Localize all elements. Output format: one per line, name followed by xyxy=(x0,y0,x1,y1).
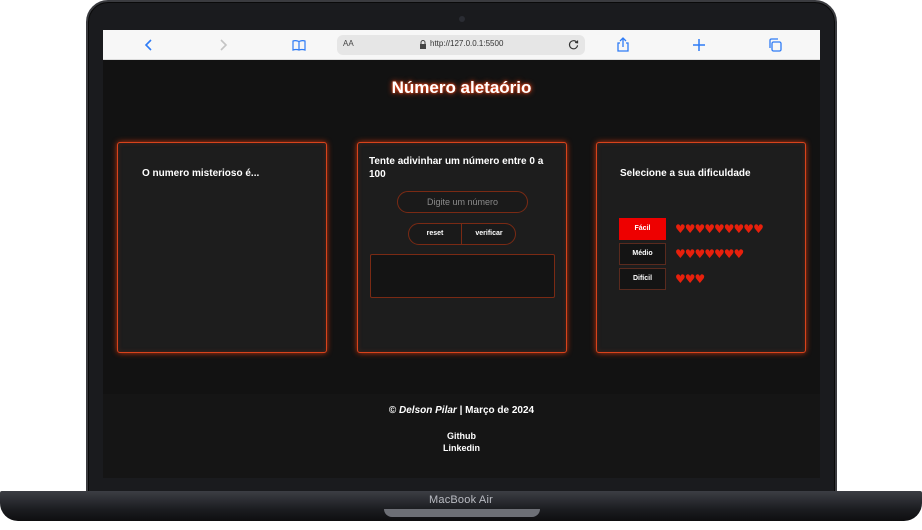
footer-credit: © Delson Pilar | Março de 2024 xyxy=(103,405,820,416)
difficulty-title: Selecione a sua dificuldade xyxy=(620,168,751,179)
hard-button[interactable]: Difícil xyxy=(619,268,666,290)
result-box xyxy=(370,254,555,298)
easy-lives-hearts: ♥♥♥♥♥♥♥♥♥ xyxy=(675,222,764,236)
back-icon[interactable] xyxy=(141,37,157,53)
screen: AA http://127.0.0.1:5500 Número aletaóri… xyxy=(103,30,820,478)
verify-button[interactable]: verificar xyxy=(462,224,515,244)
github-link[interactable]: Github xyxy=(103,431,820,441)
medium-button[interactable]: Médio xyxy=(619,243,666,265)
reader-icon[interactable] xyxy=(291,37,307,53)
action-button-group: reset verificar xyxy=(408,223,516,245)
share-icon[interactable] xyxy=(615,37,631,53)
address-bar[interactable]: AA http://127.0.0.1:5500 xyxy=(337,35,585,55)
device-model-label: MacBook Air xyxy=(429,494,493,506)
mystery-number-title: O numero misterioso é... xyxy=(142,168,260,179)
number-input[interactable]: Digite um número xyxy=(397,191,528,213)
text-size-button[interactable]: AA xyxy=(343,39,354,48)
tabs-icon[interactable] xyxy=(767,37,783,53)
forward-icon[interactable] xyxy=(215,37,231,53)
new-tab-icon[interactable] xyxy=(691,37,707,53)
hard-lives-hearts: ♥♥♥ xyxy=(675,272,705,286)
camera xyxy=(459,16,465,22)
linkedin-link[interactable]: Linkedin xyxy=(103,443,820,453)
author-name: Delson Pilar xyxy=(399,405,457,416)
reset-button[interactable]: reset xyxy=(409,224,462,244)
guess-title: Tente adivinhar um número entre 0 a 100 xyxy=(369,156,544,180)
footer-date: | Março de 2024 xyxy=(459,405,535,416)
lock-icon xyxy=(420,40,426,49)
browser-toolbar: AA http://127.0.0.1:5500 xyxy=(103,30,820,60)
page-title: Número aletaório xyxy=(391,78,532,97)
url-text: http://127.0.0.1:5500 xyxy=(430,39,504,48)
base-notch xyxy=(384,509,540,517)
easy-button[interactable]: Fácil xyxy=(619,218,666,240)
web-page: Número aletaório O numero misterioso é..… xyxy=(103,60,820,478)
footer: © Delson Pilar | Março de 2024 Github Li… xyxy=(103,394,820,478)
difficulty-card: Selecione a sua dificuldade Fácil ♥♥♥♥♥♥… xyxy=(596,142,806,353)
medium-lives-hearts: ♥♥♥♥♥♥♥ xyxy=(675,247,744,261)
reload-icon[interactable] xyxy=(567,38,580,51)
mystery-number-card: O numero misterioso é... xyxy=(117,142,327,353)
guess-card: Tente adivinhar um número entre 0 a 100 … xyxy=(357,142,567,353)
copyright-symbol: © xyxy=(388,405,397,416)
